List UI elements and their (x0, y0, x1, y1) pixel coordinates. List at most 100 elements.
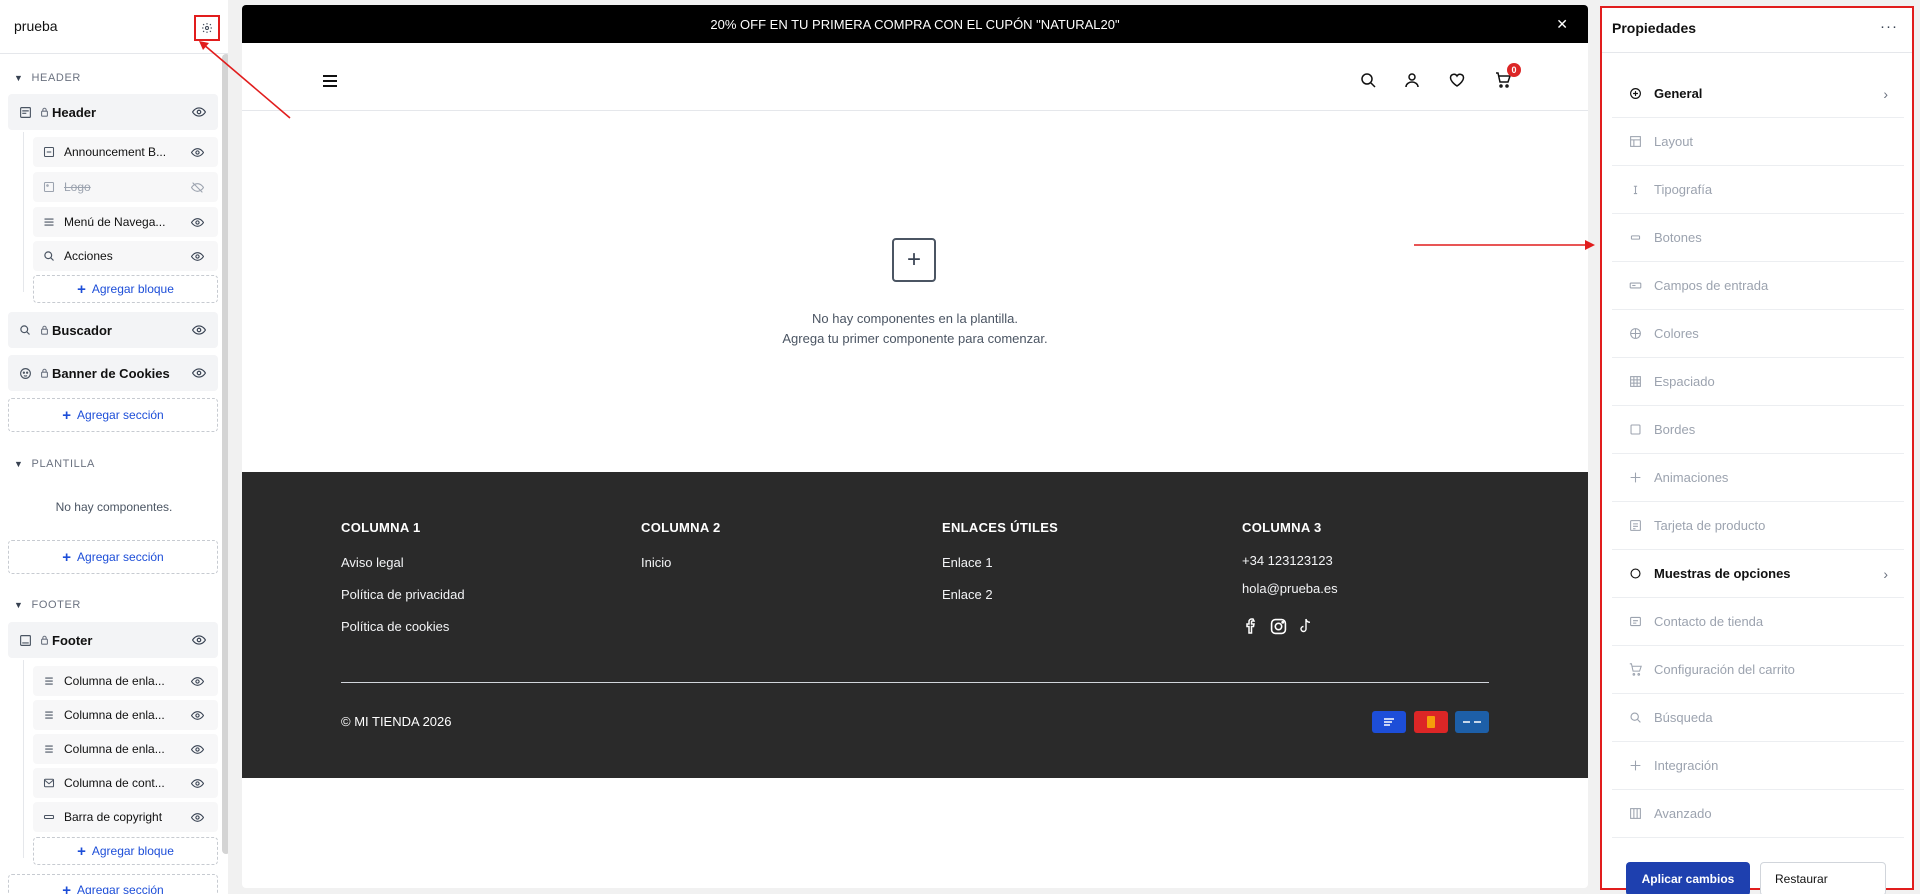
hamburger-menu-icon[interactable] (322, 74, 338, 93)
prop-layout[interactable]: Layout (1612, 118, 1904, 166)
instagram-icon[interactable] (1270, 618, 1287, 640)
prop-integration[interactable]: Integración (1612, 742, 1904, 790)
footer-phone[interactable]: +34 123123123 (1242, 553, 1333, 568)
prop-input-fields[interactable]: Campos de entrada (1612, 262, 1904, 310)
block-row-footer-contact[interactable]: Columna de cont... (33, 768, 218, 798)
announcement-bar[interactable]: 20% OFF EN TU PRIMERA COMPRA CON EL CUPÓ… (242, 5, 1588, 43)
add-block-button[interactable]: + Agregar bloque (33, 275, 218, 303)
eye-icon[interactable] (191, 366, 207, 383)
section-row-label: Buscador (52, 322, 112, 338)
reset-button[interactable]: Restaurar (1760, 862, 1886, 894)
search-icon[interactable] (1360, 72, 1376, 93)
eye-icon[interactable] (190, 675, 205, 691)
block-row-announcement[interactable]: Announcement B... (33, 137, 218, 167)
chevron-right-icon: › (1883, 566, 1888, 582)
section-row-cookies[interactable]: Banner de Cookies (8, 355, 218, 391)
block-label: Barra de copyright (64, 810, 163, 824)
tree-line (23, 132, 24, 292)
empty-message-line1: No hay componentes en la plantilla. (812, 311, 1018, 326)
eye-icon[interactable] (190, 811, 205, 827)
facebook-icon[interactable] (1244, 618, 1258, 639)
section-row-footer[interactable]: Footer (8, 622, 218, 658)
section-toggle-header[interactable]: ▼ HEADER (14, 72, 81, 84)
header-section-icon (18, 105, 32, 119)
add-section-button[interactable]: + Agregar sección (8, 874, 218, 894)
footer-link[interactable]: Enlace 1 (942, 555, 993, 570)
prop-general[interactable]: General › (1612, 70, 1904, 118)
heart-icon[interactable] (1449, 72, 1465, 93)
announcement-text: 20% OFF EN TU PRIMERA COMPRA CON EL CUPÓ… (710, 16, 1120, 32)
section-row-header[interactable]: Header (8, 94, 218, 130)
eye-icon[interactable] (191, 633, 207, 650)
tiktok-icon[interactable] (1299, 618, 1312, 639)
add-component-button[interactable]: + (892, 238, 936, 282)
prop-advanced[interactable]: Avanzado (1612, 790, 1904, 838)
prop-label: Búsqueda (1654, 710, 1713, 725)
add-block-button[interactable]: + Agregar bloque (33, 837, 218, 865)
sidebar-scrollbar[interactable] (222, 54, 228, 854)
section-label: PLANTILLA (31, 458, 95, 470)
eye-icon[interactable] (190, 743, 205, 759)
prop-buttons[interactable]: Botones (1612, 214, 1904, 262)
block-row-menu[interactable]: Menú de Navega... (33, 207, 218, 237)
section-toggle-footer[interactable]: ▼ FOOTER (14, 599, 81, 611)
block-row-footer-links-3[interactable]: Columna de enla... (33, 734, 218, 764)
block-row-footer-links-2[interactable]: Columna de enla... (33, 700, 218, 730)
eye-off-icon[interactable] (190, 181, 205, 197)
block-row-acciones[interactable]: Acciones (33, 241, 218, 271)
prop-product-card[interactable]: Tarjeta de producto (1612, 502, 1904, 550)
prop-store-contact[interactable]: Contacto de tienda (1612, 598, 1904, 646)
eye-icon[interactable] (191, 323, 207, 340)
footer-email[interactable]: hola@prueba.es (1242, 581, 1338, 596)
template-settings-button[interactable] (194, 15, 220, 41)
eye-icon[interactable] (190, 146, 205, 162)
user-icon[interactable] (1404, 72, 1420, 93)
image-icon (42, 180, 56, 194)
prop-option-swatches[interactable]: Muestras de opciones › (1612, 550, 1904, 598)
section-row-buscador[interactable]: Buscador (8, 312, 218, 348)
prop-search[interactable]: Búsqueda (1612, 694, 1904, 742)
block-row-footer-links-1[interactable]: Columna de enla... (33, 666, 218, 696)
footer-column-title: COLUMNA 3 (1242, 520, 1322, 535)
prop-typography[interactable]: Tipografía (1612, 166, 1904, 214)
close-icon[interactable]: ✕ (1556, 16, 1568, 33)
layout-icon (1628, 135, 1642, 149)
apply-changes-button[interactable]: Aplicar cambios (1626, 862, 1750, 894)
block-row-logo[interactable]: Logo (33, 172, 218, 202)
button-icon (1628, 231, 1642, 245)
prop-cart-config[interactable]: Configuración del carrito (1612, 646, 1904, 694)
cookie-icon (18, 366, 32, 380)
eye-icon[interactable] (190, 709, 205, 725)
eye-icon[interactable] (190, 250, 205, 266)
footer-link[interactable]: Política de privacidad (341, 587, 465, 602)
add-section-button[interactable]: + Agregar sección (8, 398, 218, 432)
footer-link[interactable]: Inicio (641, 555, 671, 570)
footer-link[interactable]: Enlace 2 (942, 587, 993, 602)
section-row-label: Header (52, 104, 97, 120)
prop-label: Avanzado (1654, 806, 1712, 821)
prop-spacing[interactable]: Espaciado (1612, 358, 1904, 406)
list-icon (42, 674, 56, 688)
block-label: Columna de cont... (64, 776, 165, 790)
footer-link[interactable]: Política de cookies (341, 619, 449, 634)
prop-animations[interactable]: Animaciones (1612, 454, 1904, 502)
section-label: HEADER (31, 72, 81, 84)
prop-borders[interactable]: Bordes (1612, 406, 1904, 454)
eye-icon[interactable] (191, 105, 207, 122)
add-block-label: Agregar bloque (91, 844, 174, 858)
eye-icon[interactable] (190, 777, 205, 793)
add-section-button[interactable]: + Agregar sección (8, 540, 218, 574)
circle-icon (1628, 567, 1642, 581)
prop-colors[interactable]: Colores (1612, 310, 1904, 358)
section-toggle-plantilla[interactable]: ▼ PLANTILLA (14, 458, 95, 470)
more-options-icon[interactable]: ··· (1880, 18, 1898, 35)
prop-label: Botones (1654, 230, 1702, 245)
section-label: FOOTER (31, 599, 81, 611)
block-row-footer-copyright[interactable]: Barra de copyright (33, 802, 218, 832)
lock-icon (40, 635, 49, 645)
eye-icon[interactable] (190, 216, 205, 232)
list-icon (42, 708, 56, 722)
footer-link[interactable]: Aviso legal (341, 555, 404, 570)
prop-label: Layout (1654, 134, 1694, 149)
prop-label: Integración (1654, 758, 1719, 773)
